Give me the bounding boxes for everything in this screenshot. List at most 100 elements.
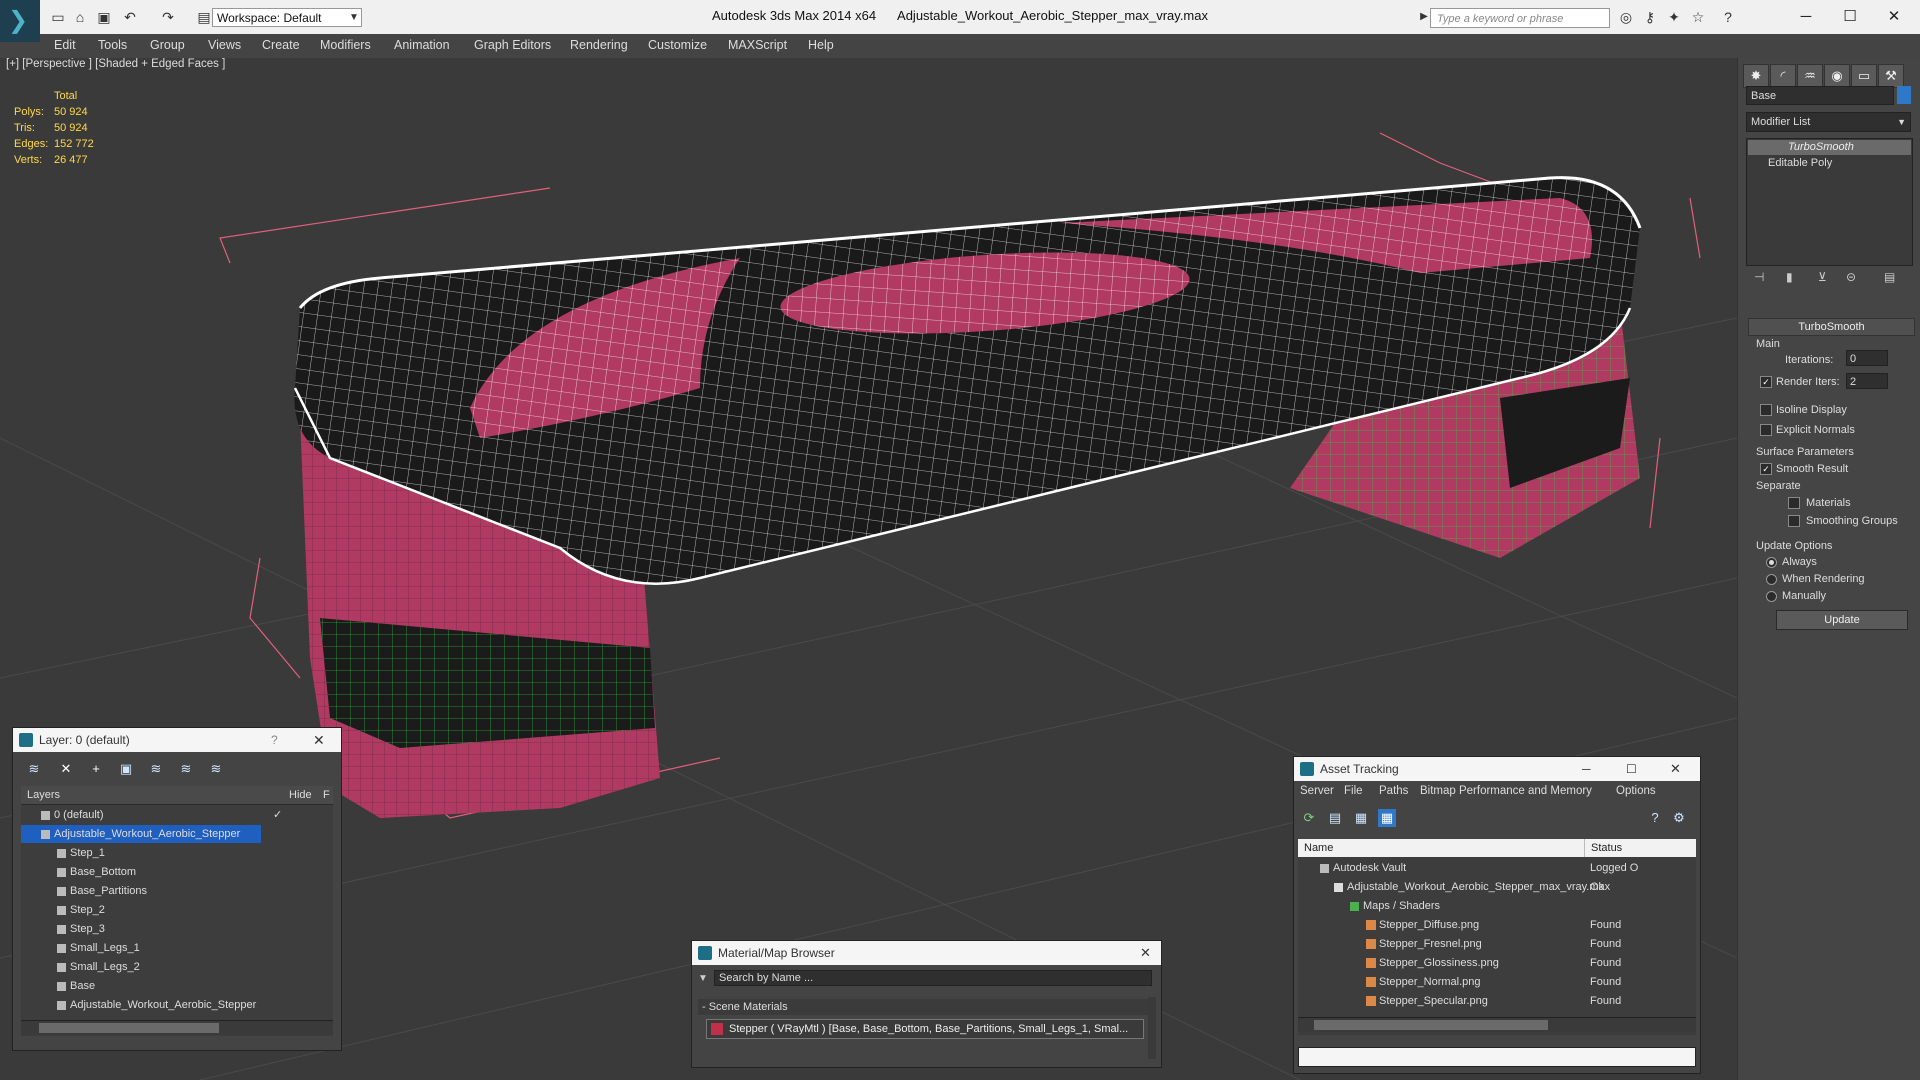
always-radio[interactable] <box>1766 557 1777 568</box>
chevron-down-icon[interactable]: ▼ <box>346 10 362 26</box>
col-f[interactable]: F <box>323 786 330 804</box>
minimize-icon[interactable]: ─ <box>1582 757 1591 781</box>
menu-customize[interactable]: Customize <box>648 38 707 52</box>
asset-row[interactable]: Autodesk Vault Logged O <box>1298 859 1696 877</box>
modify-tab-icon[interactable]: ◜ <box>1770 64 1796 88</box>
smooth-result-checkbox[interactable]: ✓ <box>1760 463 1772 475</box>
col-hide[interactable]: Hide <box>289 786 312 804</box>
menu-edit[interactable]: Edit <box>54 38 76 52</box>
menu-server[interactable]: Server <box>1300 785 1334 797</box>
materials-checkbox[interactable] <box>1788 497 1800 509</box>
turbosmooth-rollout-header[interactable]: TurboSmooth <box>1748 318 1915 336</box>
layer-row[interactable]: Step_1 <box>21 844 333 862</box>
object-color-swatch[interactable] <box>1897 86 1911 104</box>
key-icon[interactable]: ⚷ <box>1642 9 1658 25</box>
object-name-field[interactable]: Base <box>1746 86 1894 105</box>
favorites-star-icon[interactable]: ☆ <box>1690 9 1706 25</box>
help-icon[interactable]: ? <box>1646 809 1664 827</box>
hide-all-layers-icon[interactable]: ≋ <box>177 760 195 778</box>
update-button[interactable]: Update <box>1776 610 1908 630</box>
iterations-spinner[interactable]: 0 <box>1846 350 1888 366</box>
table-view-icon[interactable]: ▦ <box>1378 809 1396 827</box>
refresh-icon[interactable]: ⟳ <box>1300 809 1318 827</box>
search-input[interactable]: Type a keyword or phrase <box>1430 8 1610 28</box>
show-end-result-icon[interactable]: ▮ <box>1786 270 1793 284</box>
workspace-dropdown[interactable]: Workspace: Default <box>212 8 362 27</box>
close-icon[interactable]: ✕ <box>1670 757 1681 781</box>
save-icon[interactable]: ▣ <box>96 9 112 25</box>
scrollbar-thumb[interactable] <box>1314 1020 1548 1030</box>
add-to-layer-icon[interactable]: + <box>87 760 105 778</box>
settings-icon[interactable]: ⚙ <box>1670 809 1688 827</box>
delete-layer-icon[interactable]: ✕ <box>57 760 75 778</box>
asset-row[interactable]: Stepper_Specular.png Found <box>1298 992 1696 1010</box>
layer-row[interactable]: Base_Partitions <box>21 882 333 900</box>
layer-row[interactable]: Step_2 <box>21 901 333 919</box>
display-tab-icon[interactable]: ▭ <box>1851 64 1877 88</box>
render-iters-spinner[interactable]: 2 <box>1846 373 1888 389</box>
menu-tools[interactable]: Tools <box>98 38 127 52</box>
minimize-button[interactable]: ─ <box>1784 4 1828 30</box>
manually-radio[interactable] <box>1766 591 1777 602</box>
layer-row[interactable]: Small_Legs_2 <box>21 958 333 976</box>
list-view-icon[interactable]: ▤ <box>1326 809 1344 827</box>
maximize-button[interactable]: ☐ <box>1828 4 1872 30</box>
menu-views[interactable]: Views <box>208 38 241 52</box>
highlight-layer-icon[interactable]: ≋ <box>147 760 165 778</box>
asset-path-field[interactable] <box>1298 1047 1696 1067</box>
layer-row[interactable]: 0 (default) ✓ <box>21 806 333 824</box>
layer-row-selected[interactable]: Adjustable_Workout_Aerobic_Stepper <box>21 825 261 843</box>
col-layers[interactable]: Layers <box>27 786 60 804</box>
layer-row[interactable]: Step_3 <box>21 920 333 938</box>
asset-row[interactable]: Maps / Shaders <box>1298 897 1696 915</box>
horizontal-scrollbar[interactable] <box>21 1020 333 1035</box>
material-item[interactable]: Stepper ( VRayMtl ) [Base, Base_Bottom, … <box>706 1019 1144 1039</box>
app-logo[interactable]: ❯ <box>0 0 40 42</box>
select-objects-icon[interactable]: ▣ <box>117 760 135 778</box>
vertical-scrollbar[interactable] <box>1148 997 1156 1059</box>
layer-row[interactable]: Small_Legs_1 <box>21 939 333 957</box>
close-icon[interactable]: ✕ <box>313 728 325 752</box>
undo-icon[interactable]: ↶ <box>122 9 138 25</box>
asset-row[interactable]: Stepper_Fresnel.png Found <box>1298 935 1696 953</box>
asset-tracking-titlebar[interactable]: Asset Tracking ─ ☐ ✕ <box>1294 757 1700 781</box>
motion-tab-icon[interactable]: ◉ <box>1824 64 1850 88</box>
close-button[interactable]: ✕ <box>1872 4 1916 30</box>
asset-row[interactable]: Stepper_Normal.png Found <box>1298 973 1696 991</box>
layer-panel-titlebar[interactable]: Layer: 0 (default) ? ✕ <box>13 728 341 752</box>
menu-maxscript[interactable]: MAXScript <box>728 38 787 52</box>
menu-bitmap-performance[interactable]: Bitmap Performance and Memory <box>1420 785 1592 797</box>
communication-center-icon[interactable]: ✦ <box>1666 9 1682 25</box>
asset-row[interactable]: Stepper_Diffuse.png Found <box>1298 916 1696 934</box>
maximize-icon[interactable]: ☐ <box>1626 757 1637 781</box>
binoculars-icon[interactable]: ◎ <box>1618 9 1634 25</box>
asset-row[interactable]: Adjustable_Workout_Aerobic_Stepper_max_v… <box>1298 878 1696 896</box>
help-icon[interactable]: ? <box>1720 9 1736 25</box>
scene-materials-header[interactable]: - Scene Materials <box>698 999 1150 1015</box>
help-icon[interactable]: ? <box>271 728 278 752</box>
layer-row[interactable]: Adjustable_Workout_Aerobic_Stepper <box>21 996 333 1014</box>
menu-modifiers[interactable]: Modifiers <box>320 38 371 52</box>
thumbnail-view-icon[interactable]: ▦ <box>1352 809 1370 827</box>
configure-sets-icon[interactable]: ▤ <box>1884 270 1895 284</box>
menu-paths[interactable]: Paths <box>1379 785 1408 797</box>
remove-modifier-icon[interactable]: ⊝ <box>1846 270 1856 284</box>
asset-row[interactable]: Stepper_Glossiness.png Found <box>1298 954 1696 972</box>
hierarchy-tab-icon[interactable]: ♒ <box>1797 64 1823 88</box>
make-unique-icon[interactable]: ⊻ <box>1818 270 1827 284</box>
menu-group[interactable]: Group <box>150 38 185 52</box>
col-status[interactable]: Status <box>1584 839 1622 857</box>
modifier-list-dropdown[interactable]: Modifier List ▼ <box>1746 112 1911 132</box>
scrollbar-thumb[interactable] <box>39 1023 219 1033</box>
when-rendering-radio[interactable] <box>1766 574 1777 585</box>
material-search-input[interactable]: Search by Name ... <box>714 970 1152 986</box>
horizontal-scrollbar[interactable] <box>1298 1017 1696 1032</box>
menu-help[interactable]: Help <box>808 38 834 52</box>
pin-stack-icon[interactable]: ⊣ <box>1754 270 1764 284</box>
create-tab-icon[interactable]: ✸ <box>1743 64 1769 88</box>
search-options-icon[interactable]: ▼ <box>698 973 708 984</box>
stack-item-turbosmooth[interactable]: TurboSmooth <box>1748 140 1911 155</box>
project-folder-icon[interactable]: ▤ <box>196 9 212 25</box>
menu-file[interactable]: File <box>1344 785 1363 797</box>
menu-create[interactable]: Create <box>262 38 300 52</box>
